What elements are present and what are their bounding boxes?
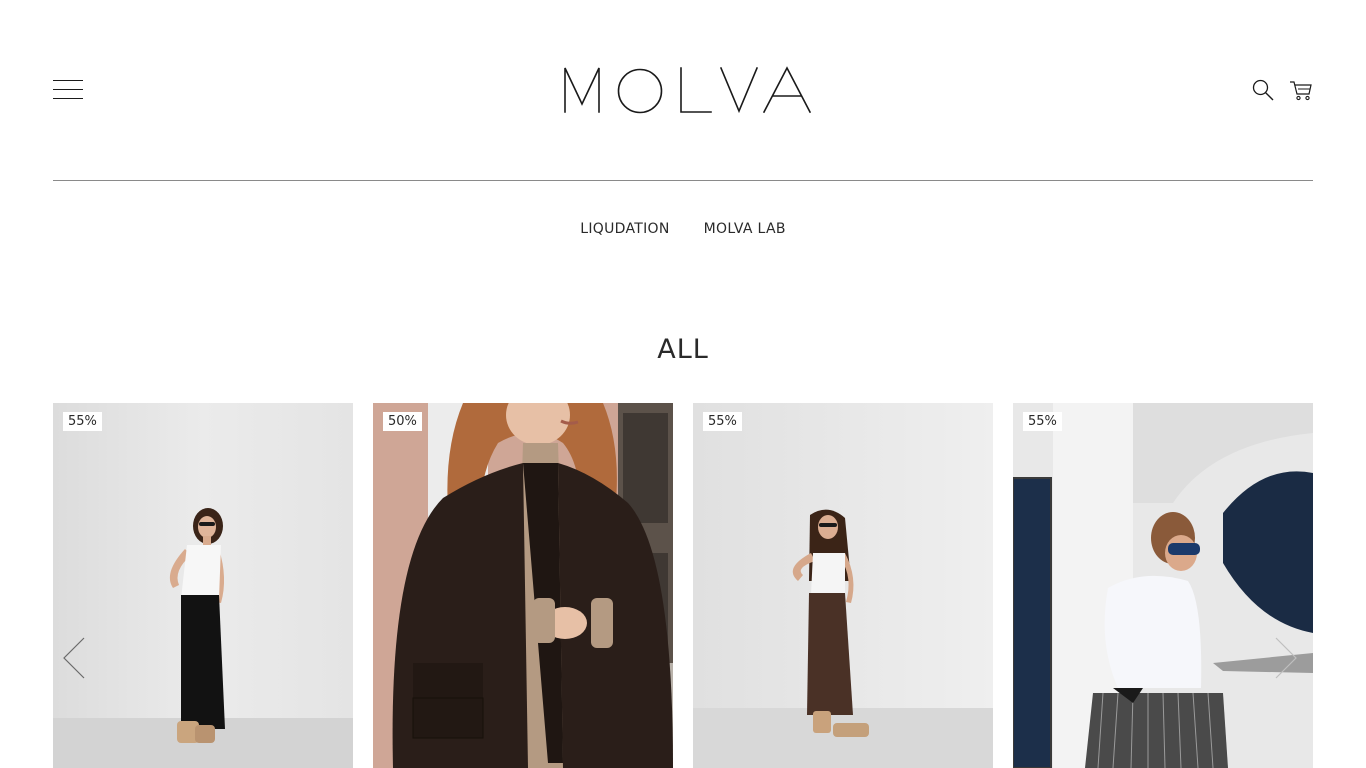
brand-logo[interactable] xyxy=(563,64,813,116)
nav-link-liquidation[interactable]: LIQUDATION xyxy=(580,221,669,237)
discount-badge: 55% xyxy=(63,412,102,431)
nav-link-molva-lab[interactable]: MOLVA LAB xyxy=(704,221,786,237)
product-card[interactable]: 55% xyxy=(1013,403,1313,768)
discount-badge: 55% xyxy=(703,412,742,431)
hamburger-menu-icon[interactable] xyxy=(53,80,83,100)
product-photo xyxy=(693,403,993,768)
site-header xyxy=(53,0,1313,181)
chevron-right-icon[interactable] xyxy=(1272,636,1300,680)
product-card[interactable]: 55% xyxy=(53,403,353,768)
product-card[interactable]: 55% xyxy=(693,403,993,768)
product-card[interactable]: 50% xyxy=(373,403,673,768)
discount-badge: 55% xyxy=(1023,412,1062,431)
product-grid: 55% 50% 55% 55% xyxy=(53,403,1313,768)
product-photo xyxy=(1013,403,1313,768)
molva-logo-icon xyxy=(564,66,812,114)
search-icon[interactable] xyxy=(1251,78,1275,102)
product-photo xyxy=(53,403,353,768)
section-title: ALL xyxy=(657,334,709,365)
discount-badge: 50% xyxy=(383,412,422,431)
product-photo xyxy=(373,403,673,768)
cart-icon[interactable] xyxy=(1289,78,1313,102)
category-nav: LIQUDATION MOLVA LAB xyxy=(0,221,1366,237)
chevron-left-icon[interactable] xyxy=(60,636,88,680)
header-actions xyxy=(1251,78,1313,102)
